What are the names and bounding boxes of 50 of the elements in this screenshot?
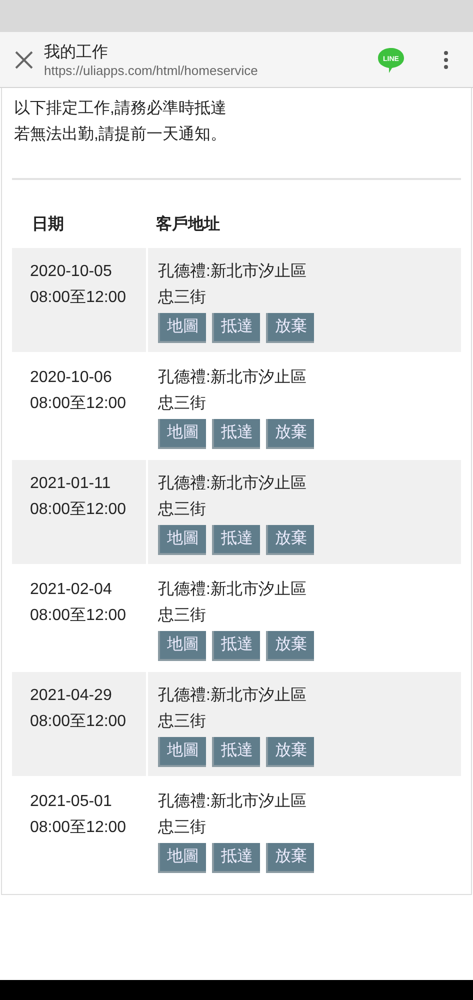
action-button[interactable]: 抵達 [212, 631, 260, 661]
action-button[interactable]: 抵達 [212, 419, 260, 449]
action-button[interactable]: 放棄 [266, 631, 314, 661]
notice-text: 若無法出勤,請提前一天通知。 [14, 124, 228, 145]
time-text: 08:00至12:00 [30, 288, 128, 308]
action-button[interactable]: 地圖 [158, 737, 206, 767]
page-title: 我的工作 [44, 42, 109, 62]
action-button[interactable]: 放棄 [266, 737, 314, 767]
more-icon[interactable] [443, 50, 449, 70]
time-text: 08:00至12:00 [30, 606, 128, 626]
address-text: 孔德禮:新北市汐止區 [158, 474, 308, 494]
address-text: 忠三街 [158, 606, 207, 626]
action-button[interactable]: 地圖 [158, 843, 206, 873]
address-text: 忠三街 [158, 500, 207, 520]
action-button[interactable]: 抵達 [212, 313, 260, 343]
address-text: 孔德禮:新北市汐止區 [158, 580, 308, 600]
action-button[interactable]: 放棄 [266, 843, 314, 873]
column-header: 日期 [31, 214, 65, 235]
notice-text: 以下排定工作,請務必準時抵達 [14, 98, 228, 119]
date-text: 2020-10-06 [30, 368, 113, 388]
date-text: 2021-01-11 [30, 474, 112, 494]
action-button[interactable]: 地圖 [158, 419, 206, 449]
date-text: 2020-10-05 [30, 262, 113, 282]
action-button[interactable]: 抵達 [212, 525, 260, 555]
column-header: 客戶地址 [155, 214, 221, 235]
time-text: 08:00至12:00 [30, 712, 128, 732]
time-text: 08:00至12:00 [30, 394, 128, 414]
time-text: 08:00至12:00 [30, 500, 128, 520]
time-text: 08:00至12:00 [30, 818, 128, 838]
address-text: 孔德禮:新北市汐止區 [158, 792, 308, 812]
action-button[interactable]: 放棄 [266, 313, 314, 343]
page-url: https://uliapps.com/html/homeservice [44, 62, 259, 78]
address-text: 忠三街 [158, 288, 207, 308]
action-button[interactable]: 抵達 [212, 843, 260, 873]
date-text: 2021-02-04 [30, 580, 113, 600]
action-button[interactable]: 地圖 [158, 525, 206, 555]
date-text: 2021-04-29 [30, 686, 113, 706]
action-button[interactable]: 地圖 [158, 631, 206, 661]
action-button[interactable]: 放棄 [266, 419, 314, 449]
address-text: 孔德禮:新北市汐止區 [158, 262, 308, 282]
action-button[interactable]: 放棄 [266, 525, 314, 555]
action-button[interactable]: 地圖 [158, 313, 206, 343]
date-text: 2021-05-01 [30, 792, 113, 812]
address-text: 孔德禮:新北市汐止區 [158, 686, 308, 706]
address-text: 忠三街 [158, 818, 207, 838]
action-button[interactable]: 抵達 [212, 737, 260, 767]
close-icon[interactable] [14, 50, 34, 70]
address-text: 忠三街 [158, 394, 207, 414]
address-text: 孔德禮:新北市汐止區 [158, 368, 308, 388]
address-text: 忠三街 [158, 712, 207, 732]
